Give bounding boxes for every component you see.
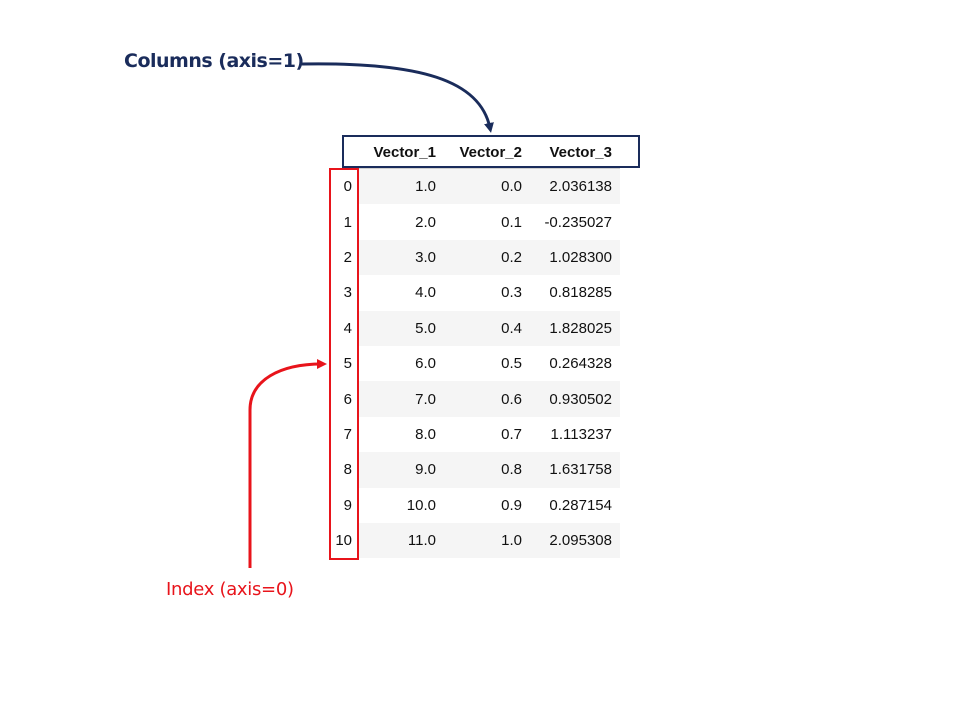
value-cell-vector-3: 2.095308 bbox=[549, 532, 612, 550]
table-body: 0 1.0 0.0 2.036138 1 2.0 0.1 -0.235027 2 3.0 0.2 1.… bbox=[330, 169, 620, 559]
table-row: 10 11.0 1.0 2.095308 bbox=[330, 522, 620, 559]
table-row: 9 10.0 0.9 0.287154 bbox=[330, 488, 620, 523]
table-row: 4 5.0 0.4 1.828025 bbox=[330, 310, 620, 346]
index-arrow bbox=[248, 359, 327, 568]
table-row: 2 3.0 0.2 1.028300 bbox=[330, 239, 620, 276]
value-cell-vector-2: 0.3 bbox=[501, 284, 522, 302]
columns-axis-label: Columns (axis=1) bbox=[124, 50, 304, 72]
value-cell-vector-2: 0.6 bbox=[501, 390, 522, 408]
columns-highlight-box bbox=[342, 135, 640, 168]
value-cell-vector-1: 5.0 bbox=[415, 319, 436, 337]
value-cell-vector-2: 0.2 bbox=[501, 248, 522, 266]
value-cell-vector-2: 0.7 bbox=[501, 425, 522, 443]
value-cell-vector-3: 0.930502 bbox=[549, 390, 612, 408]
value-cell-vector-3: -0.235027 bbox=[544, 213, 612, 231]
table-row: 3 4.0 0.3 0.818285 bbox=[330, 275, 620, 310]
value-cell-vector-3: 0.264328 bbox=[549, 355, 612, 373]
value-cell-vector-1: 10.0 bbox=[406, 496, 436, 514]
table-row: 0 1.0 0.0 2.036138 bbox=[330, 169, 620, 205]
value-cell-vector-3: 1.631758 bbox=[549, 461, 612, 479]
table-row: 7 8.0 0.7 1.113237 bbox=[330, 417, 620, 452]
value-cell-vector-1: 7.0 bbox=[415, 390, 436, 408]
diagram-slide: Columns (axis=1) Index (axis=0) Vector_1… bbox=[0, 0, 960, 720]
value-cell-vector-3: 1.828025 bbox=[549, 319, 612, 337]
value-cell-vector-1: 4.0 bbox=[415, 284, 436, 302]
table-row: 5 6.0 0.5 0.264328 bbox=[330, 346, 620, 381]
value-cell-vector-1: 3.0 bbox=[415, 248, 436, 266]
table-row: 1 2.0 0.1 -0.235027 bbox=[330, 204, 620, 239]
columns-arrow bbox=[301, 62, 494, 133]
value-cell-vector-2: 0.5 bbox=[501, 355, 522, 373]
value-cell-vector-3: 0.287154 bbox=[549, 496, 612, 514]
index-axis-label: Index (axis=0) bbox=[166, 579, 294, 600]
value-cell-vector-3: 1.113237 bbox=[550, 425, 612, 443]
table-row: 8 9.0 0.8 1.631758 bbox=[330, 452, 620, 488]
header-divider bbox=[358, 168, 620, 169]
value-cell-vector-3: 1.028300 bbox=[549, 248, 612, 266]
value-cell-vector-1: 9.0 bbox=[415, 461, 436, 479]
value-cell-vector-3: 0.818285 bbox=[549, 284, 612, 302]
dataframe-table: Vector_1 Vector_2 Vector_3 0 1.0 0.0 2.0361… bbox=[330, 135, 620, 559]
value-cell-vector-2: 1.0 bbox=[501, 532, 522, 550]
value-cell-vector-1: 11.0 bbox=[407, 532, 436, 550]
table-row: 6 7.0 0.6 0.930502 bbox=[330, 381, 620, 417]
index-highlight-box bbox=[329, 168, 359, 560]
value-cell-vector-2: 0.9 bbox=[501, 496, 522, 514]
value-cell-vector-2: 0.1 bbox=[501, 213, 522, 231]
value-cell-vector-2: 0.0 bbox=[501, 178, 522, 196]
value-cell-vector-2: 0.8 bbox=[501, 461, 522, 479]
value-cell-vector-2: 0.4 bbox=[501, 319, 522, 337]
value-cell-vector-1: 1.0 bbox=[415, 178, 436, 196]
value-cell-vector-3: 2.036138 bbox=[549, 178, 612, 196]
value-cell-vector-1: 8.0 bbox=[415, 425, 436, 443]
value-cell-vector-1: 2.0 bbox=[415, 213, 436, 231]
value-cell-vector-1: 6.0 bbox=[415, 355, 436, 373]
